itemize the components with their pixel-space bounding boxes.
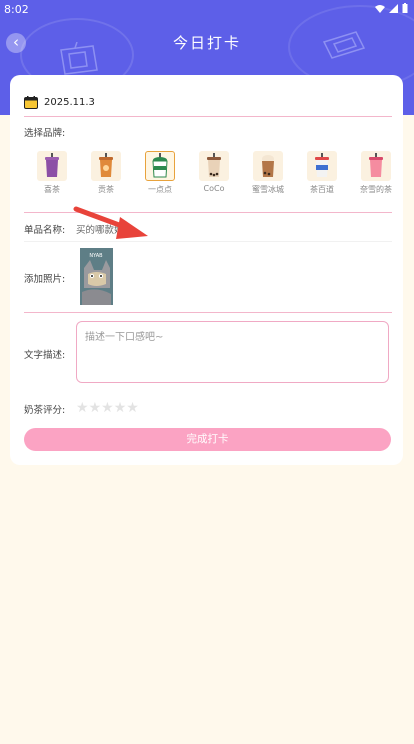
brand-item-yidiandian[interactable]: 一点点	[140, 151, 180, 195]
brand-name: 贡茶	[98, 185, 114, 194]
status-icons	[374, 3, 408, 16]
milk-tea-cup-illustration	[60, 42, 98, 75]
rating-label: 奶茶评分:	[24, 405, 66, 416]
milk-tea-cup-icon	[152, 153, 168, 178]
signal-icon	[388, 4, 398, 13]
cartoon-cat-image: NYAB	[80, 248, 113, 305]
brand-name: 奈雪的茶	[360, 185, 392, 194]
milk-tea-cup-icon	[262, 155, 274, 177]
description-label: 文字描述:	[24, 350, 66, 361]
brand-list: 喜茶 贡茶 一点点 CoCo 蜜雪冰城 茶百道 奈雪的茶	[34, 151, 399, 201]
brand-item-heytea[interactable]: 喜茶	[32, 151, 72, 195]
brand-name: 蜜雪冰城	[252, 185, 284, 194]
brand-item-coco[interactable]: CoCo	[194, 151, 234, 193]
star-icon[interactable]: ★	[89, 400, 102, 416]
star-icon[interactable]: ★	[101, 400, 114, 416]
wifi-icon	[374, 5, 385, 13]
star-icon[interactable]: ★	[114, 400, 127, 416]
rating-stars[interactable]: ★★★★★	[76, 400, 139, 416]
brand-label: 选择品牌:	[24, 128, 66, 139]
photo-caption: NYAB	[89, 253, 103, 259]
milk-tea-cup-icon	[99, 153, 113, 177]
calendar-icon	[24, 96, 38, 109]
brand-item-gongcha[interactable]: 贡茶	[86, 151, 126, 195]
brand-name: 茶百道	[310, 185, 334, 194]
divider	[24, 312, 392, 313]
brand-name: 喜茶	[44, 185, 60, 194]
red-arrow-annotation	[73, 206, 148, 239]
milk-tea-cup-illustration	[322, 31, 366, 59]
brand-item-mixue[interactable]: 蜜雪冰城	[248, 151, 288, 195]
brand-item-naixue[interactable]: 奈雪的茶	[356, 151, 396, 195]
uploaded-photo[interactable]: NYAB	[80, 248, 113, 305]
date-value: 2025.11.3	[44, 97, 95, 108]
battery-icon	[402, 3, 408, 13]
milk-tea-cup-icon	[45, 153, 59, 177]
submit-button[interactable]: 完成打卡	[24, 428, 391, 451]
status-time: 8:02	[4, 3, 29, 16]
divider	[24, 116, 392, 117]
milk-tea-cup-icon	[369, 153, 383, 177]
status-bar: 8:02	[0, 0, 414, 18]
brand-item-chabaidao[interactable]: 茶百道	[302, 151, 342, 195]
brand-name: 一点点	[148, 185, 172, 194]
check-in-card: 2025.11.3 选择品牌: 喜茶 贡茶 一点点 CoCo 蜜雪冰城 茶百道 …	[10, 75, 403, 465]
description-placeholder: 描述一下口感吧~	[85, 332, 164, 343]
brand-name: CoCo	[203, 184, 225, 193]
product-label: 单品名称:	[24, 225, 66, 236]
star-icon[interactable]: ★	[126, 400, 139, 416]
milk-tea-cup-icon	[315, 153, 329, 177]
star-icon[interactable]: ★	[76, 400, 89, 416]
photo-label: 添加照片:	[24, 274, 66, 285]
milk-tea-cup-icon	[207, 153, 221, 177]
description-textarea[interactable]: 描述一下口感吧~	[76, 321, 389, 383]
